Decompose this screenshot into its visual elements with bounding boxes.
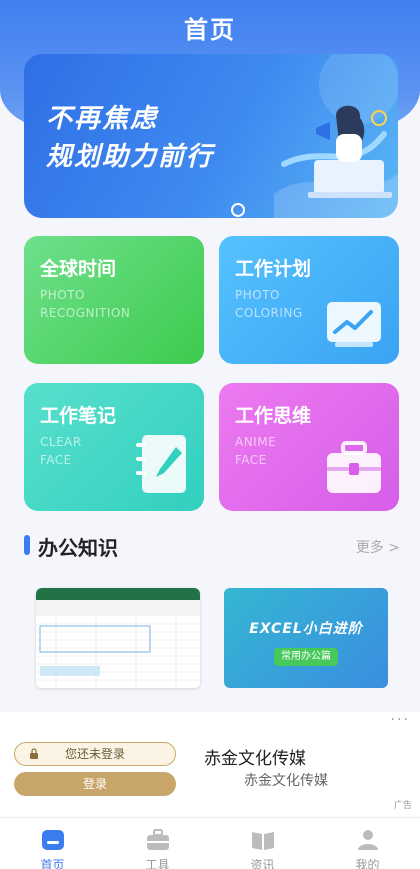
hero-banner[interactable]: 不再焦虑 规划助力前行 <box>24 54 398 218</box>
book-icon <box>252 832 274 850</box>
tab-news[interactable]: 资讯 <box>210 818 315 869</box>
more-link[interactable]: 更多 > <box>356 537 400 557</box>
page-title: 首页 <box>184 16 236 44</box>
card-work-notes[interactable]: 工作笔记 CLEAR FACE <box>24 383 204 511</box>
article-title: EXCEL小白进阶 <box>249 621 363 637</box>
chart-board-icon <box>327 302 381 347</box>
ad-advertiser-subname: 赤金文化传媒 <box>244 773 328 789</box>
card-subtitle: COLORING <box>235 306 303 320</box>
bottom-tab-bar: 首页 工具 资讯 我的 <box>0 817 420 869</box>
card-title: 工作计划 <box>235 258 312 280</box>
card-subtitle: RECOGNITION <box>40 306 131 320</box>
notebook-icon <box>136 435 186 493</box>
card-subtitle: PHOTO <box>40 288 85 302</box>
card-work-thinking[interactable]: 工作思维 ANIME FACE <box>219 383 399 511</box>
card-subtitle: FACE <box>40 453 72 467</box>
login-hint-text: 您还未登录 <box>64 747 125 761</box>
ad-advertiser-name: 赤金文化传媒 <box>204 749 306 769</box>
tab-tools[interactable]: 工具 <box>105 818 210 869</box>
tab-label: 工具 <box>145 858 170 869</box>
banner-headline-1: 不再焦虑 <box>46 104 159 134</box>
card-subtitle: ANIME <box>235 435 277 449</box>
card-subtitle: PHOTO <box>235 288 280 302</box>
article-thumbnail-spreadsheet[interactable] <box>36 588 200 688</box>
ad-more-icon[interactable]: ··· <box>391 712 410 728</box>
user-icon <box>358 830 378 850</box>
tab-home[interactable]: 首页 <box>0 818 105 869</box>
tab-label: 我的 <box>355 858 380 869</box>
ad-banner[interactable]: ··· 您还未登录 登录 赤金文化传媒 赤金文化传媒 广告 <box>0 712 420 817</box>
card-work-plan[interactable]: 工作计划 PHOTO COLORING <box>219 236 399 364</box>
card-subtitle: CLEAR <box>40 435 82 449</box>
article-thumbnail-excel[interactable]: EXCEL小白进阶 常用办公篇 <box>224 588 388 688</box>
section-accent-bar <box>24 535 30 555</box>
card-title: 工作笔记 <box>40 405 117 427</box>
login-button[interactable]: 登录 <box>14 772 176 796</box>
card-title: 全球时间 <box>40 258 117 280</box>
card-global-time[interactable]: 全球时间 PHOTO RECOGNITION <box>24 236 204 364</box>
tab-label: 首页 <box>40 858 65 869</box>
article-tag: 常用办公篇 <box>274 648 338 666</box>
card-title: 工作思维 <box>235 405 312 427</box>
briefcase-icon <box>327 441 381 493</box>
briefcase-icon <box>147 829 169 850</box>
ad-label: 广告 <box>393 801 412 811</box>
spreadsheet-screenshot-image <box>36 588 200 688</box>
banner-headline-2: 规划助力前行 <box>46 142 215 172</box>
lock-icon <box>30 748 38 759</box>
home-icon <box>42 830 64 850</box>
tab-profile[interactable]: 我的 <box>315 818 420 869</box>
section-title: 办公知识 <box>38 536 118 560</box>
tab-label: 资讯 <box>250 858 275 869</box>
card-subtitle: FACE <box>235 453 267 467</box>
login-hint-box: 您还未登录 <box>14 742 176 766</box>
